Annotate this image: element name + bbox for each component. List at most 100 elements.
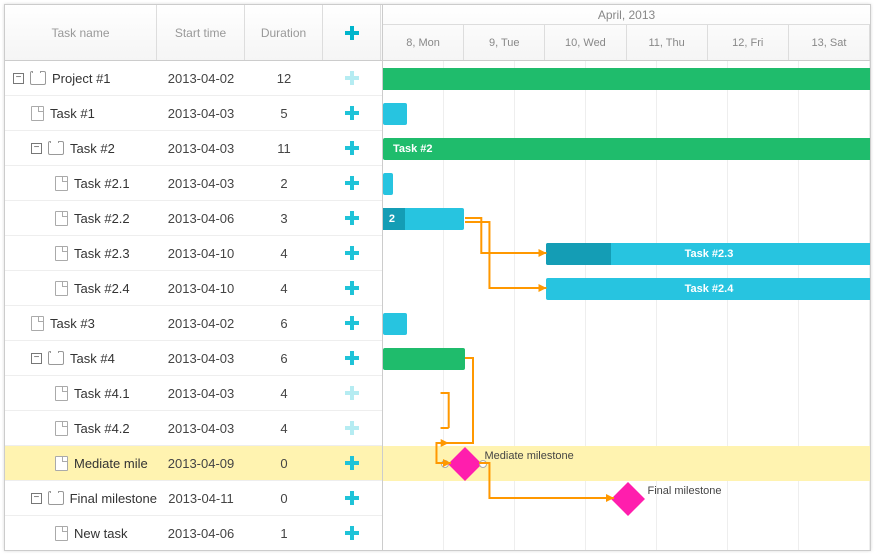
grid-row-6[interactable]: Task #2.42013-04-104 bbox=[5, 271, 382, 306]
start-time-cell[interactable]: 2013-04-06 bbox=[157, 526, 245, 541]
duration-cell[interactable]: 1 bbox=[245, 526, 323, 541]
grid-row-2[interactable]: −Task #22013-04-0311 bbox=[5, 131, 382, 166]
task-name-cell[interactable]: Task #2.4 bbox=[5, 281, 157, 296]
gantt-bar[interactable]: Task #2 bbox=[383, 138, 870, 160]
add-button[interactable] bbox=[323, 175, 381, 191]
task-name-cell[interactable]: Task #3 bbox=[5, 316, 157, 331]
gantt-bar[interactable] bbox=[383, 173, 393, 195]
milestone-diamond[interactable] bbox=[611, 482, 645, 516]
task-name-cell[interactable]: Task #2.1 bbox=[5, 176, 157, 191]
add-button[interactable] bbox=[323, 105, 381, 121]
start-time-cell[interactable]: 2013-04-03 bbox=[157, 141, 245, 156]
start-time-cell[interactable]: 2013-04-10 bbox=[157, 246, 245, 261]
header-task-name[interactable]: Task name bbox=[5, 5, 157, 60]
add-button[interactable] bbox=[323, 140, 381, 156]
gantt-bar[interactable] bbox=[383, 313, 407, 335]
grid-row-9[interactable]: Task #4.12013-04-034 bbox=[5, 376, 382, 411]
header-duration[interactable]: Duration bbox=[245, 5, 323, 60]
grid-row-3[interactable]: Task #2.12013-04-032 bbox=[5, 166, 382, 201]
start-time-cell[interactable]: 2013-04-11 bbox=[157, 491, 245, 506]
start-time-cell[interactable]: 2013-04-02 bbox=[157, 316, 245, 331]
gantt-bar[interactable]: Task #2.3 bbox=[546, 243, 870, 265]
duration-cell[interactable]: 6 bbox=[245, 351, 323, 366]
task-name-cell[interactable]: Mediate mile bbox=[5, 456, 157, 471]
start-time-cell[interactable]: 2013-04-02 bbox=[157, 71, 245, 86]
duration-cell[interactable]: 3 bbox=[245, 211, 323, 226]
task-name-cell[interactable]: Task #4.1 bbox=[5, 386, 157, 401]
add-button[interactable] bbox=[323, 350, 381, 366]
toggle-icon[interactable]: − bbox=[13, 73, 24, 84]
grid-row-12[interactable]: −Final milestone2013-04-110 bbox=[5, 481, 382, 516]
timeline-day[interactable]: 10, Wed bbox=[545, 25, 626, 60]
gantt-bar[interactable]: Task #2.4 bbox=[546, 278, 870, 300]
task-name-cell[interactable]: −Task #2 bbox=[5, 141, 157, 156]
add-button[interactable] bbox=[323, 210, 381, 226]
grid-body: −Project #12013-04-0212Task #12013-04-03… bbox=[5, 61, 382, 551]
duration-cell[interactable]: 4 bbox=[245, 421, 323, 436]
start-time-cell[interactable]: 2013-04-03 bbox=[157, 106, 245, 121]
header-start-time[interactable]: Start time bbox=[157, 5, 245, 60]
grid-row-0[interactable]: −Project #12013-04-0212 bbox=[5, 61, 382, 96]
duration-cell[interactable]: 4 bbox=[245, 281, 323, 296]
duration-cell[interactable]: 0 bbox=[245, 456, 323, 471]
start-time-cell[interactable]: 2013-04-03 bbox=[157, 386, 245, 401]
task-name-cell[interactable]: New task bbox=[5, 526, 157, 541]
task-name-cell[interactable]: Task #1 bbox=[5, 106, 157, 121]
toggle-icon[interactable]: − bbox=[31, 353, 42, 364]
add-button[interactable] bbox=[323, 385, 381, 401]
start-time-cell[interactable]: 2013-04-10 bbox=[157, 281, 245, 296]
timeline-day[interactable]: 8, Mon bbox=[383, 25, 464, 60]
timeline-day[interactable]: 9, Tue bbox=[464, 25, 545, 60]
toggle-icon[interactable]: − bbox=[31, 493, 42, 504]
start-time-cell[interactable]: 2013-04-06 bbox=[157, 211, 245, 226]
task-name-cell[interactable]: Task #2.3 bbox=[5, 246, 157, 261]
start-time-cell[interactable]: 2013-04-03 bbox=[157, 176, 245, 191]
add-button[interactable] bbox=[323, 525, 381, 541]
task-name-cell[interactable]: −Task #4 bbox=[5, 351, 157, 366]
task-name-label: Task #1 bbox=[50, 106, 95, 121]
timeline-day[interactable]: 11, Thu bbox=[627, 25, 708, 60]
duration-cell[interactable]: 6 bbox=[245, 316, 323, 331]
task-name-cell[interactable]: −Project #1 bbox=[5, 71, 157, 86]
task-name-cell[interactable]: Task #4.2 bbox=[5, 421, 157, 436]
duration-cell[interactable]: 4 bbox=[245, 246, 323, 261]
gantt-bar[interactable] bbox=[383, 348, 465, 370]
toggle-icon[interactable]: − bbox=[31, 143, 42, 154]
add-button[interactable] bbox=[323, 420, 381, 436]
start-time-cell[interactable]: 2013-04-09 bbox=[157, 456, 245, 471]
timeline-body[interactable]: roject #1Task #22Task #2.3Task #2.4Media… bbox=[383, 61, 870, 550]
add-button[interactable] bbox=[323, 245, 381, 261]
add-button[interactable] bbox=[323, 490, 381, 506]
task-name-cell[interactable]: −Final milestone bbox=[5, 491, 157, 506]
add-button[interactable] bbox=[323, 70, 381, 86]
grid-row-8[interactable]: −Task #42013-04-036 bbox=[5, 341, 382, 376]
grid-row-7[interactable]: Task #32013-04-026 bbox=[5, 306, 382, 341]
add-button[interactable] bbox=[323, 280, 381, 296]
add-button[interactable] bbox=[323, 315, 381, 331]
grid-row-5[interactable]: Task #2.32013-04-104 bbox=[5, 236, 382, 271]
duration-cell[interactable]: 12 bbox=[245, 71, 323, 86]
duration-cell[interactable]: 11 bbox=[245, 141, 323, 156]
start-time-cell[interactable]: 2013-04-03 bbox=[157, 351, 245, 366]
gantt-bar[interactable]: roject #1 bbox=[383, 68, 870, 90]
duration-cell[interactable]: 5 bbox=[245, 106, 323, 121]
timeline-day[interactable]: 12, Fri bbox=[708, 25, 789, 60]
grid-row-13[interactable]: New task2013-04-061 bbox=[5, 516, 382, 551]
task-name-cell[interactable]: Task #2.2 bbox=[5, 211, 157, 226]
duration-cell[interactable]: 4 bbox=[245, 386, 323, 401]
milestone-diamond[interactable] bbox=[448, 447, 482, 481]
header-add[interactable] bbox=[323, 5, 381, 60]
gantt-bar[interactable] bbox=[383, 103, 407, 125]
milestone-handle[interactable] bbox=[441, 460, 449, 468]
duration-cell[interactable]: 0 bbox=[245, 491, 323, 506]
duration-cell[interactable]: 2 bbox=[245, 176, 323, 191]
timeline-day[interactable]: 13, Sat bbox=[789, 25, 870, 60]
plus-icon bbox=[344, 455, 360, 471]
grid-row-11[interactable]: Mediate mile2013-04-090 bbox=[5, 446, 382, 481]
gantt-bar[interactable]: 2 bbox=[383, 208, 464, 230]
add-button[interactable] bbox=[323, 455, 381, 471]
grid-row-4[interactable]: Task #2.22013-04-063 bbox=[5, 201, 382, 236]
grid-row-1[interactable]: Task #1 2013-04-035 bbox=[5, 96, 382, 131]
start-time-cell[interactable]: 2013-04-03 bbox=[157, 421, 245, 436]
grid-row-10[interactable]: Task #4.22013-04-034 bbox=[5, 411, 382, 446]
